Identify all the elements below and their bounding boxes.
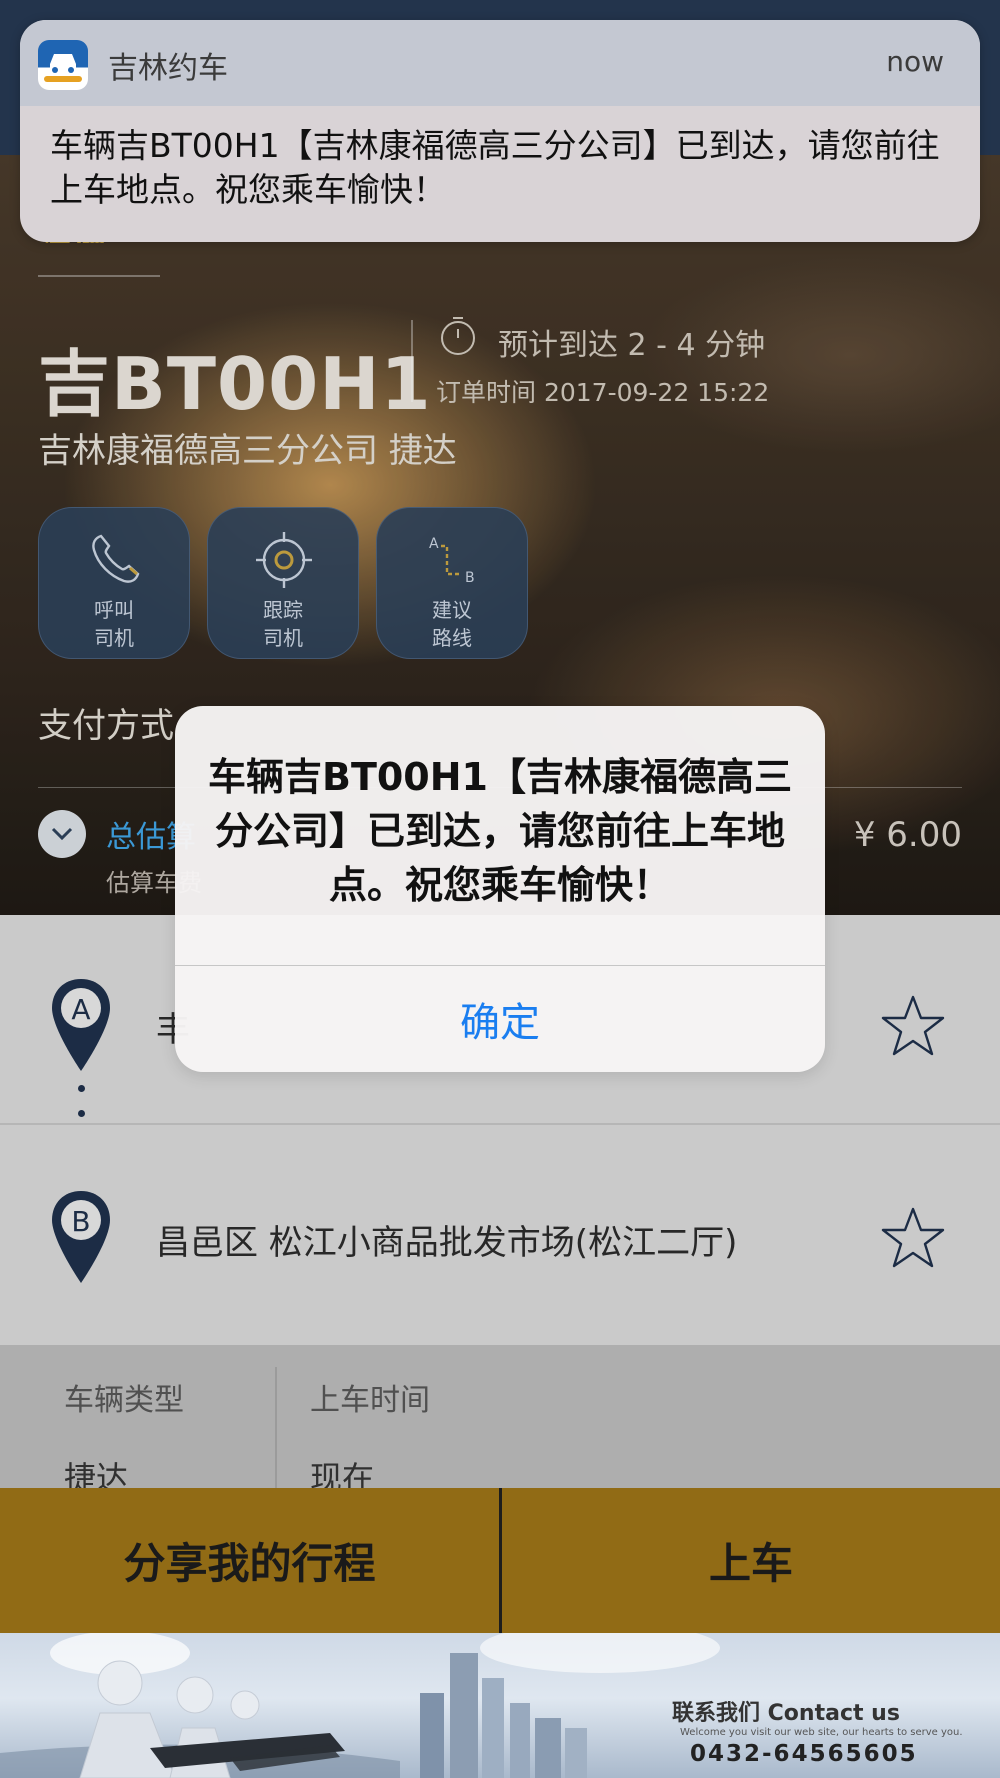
- arrival-alert-dialog: 车辆吉BT00H1【吉林康福德高三分公司】已到达，请您前往上车地点。祝您乘车愉快…: [175, 706, 825, 1072]
- alert-message: 车辆吉BT00H1【吉林康福德高三分公司】已到达，请您前往上车地点。祝您乘车愉快…: [207, 755, 792, 907]
- bottom-action-bar: 分享我的行程 上车: [0, 1488, 1000, 1633]
- push-notification[interactable]: 吉林约车 now 车辆吉BT00H1【吉林康福德高三分公司】已到达，请您前往上车…: [20, 20, 980, 242]
- crosshair-icon: [256, 532, 312, 588]
- suggest-route-label-2: 路线: [432, 626, 472, 650]
- license-plate: 吉BT00H1: [38, 342, 432, 426]
- expand-fare-button[interactable]: [38, 810, 86, 858]
- header-divider: [411, 320, 413, 402]
- track-driver-label-1: 跟踪: [263, 598, 303, 622]
- pin-a-label: A: [71, 993, 91, 1026]
- route-icon: A B: [429, 536, 475, 586]
- contact-phone: 0432-64565605: [690, 1741, 918, 1767]
- svg-text:B: B: [465, 570, 475, 586]
- call-driver-button[interactable]: 呼叫 司机: [38, 507, 190, 659]
- destination-address-row[interactable]: B 昌邑区 松江小商品批发市场(松江二厅): [0, 1127, 1000, 1345]
- contact-welcome-text: Welcome you visit our web site, our hear…: [680, 1727, 963, 1738]
- suggest-route-button[interactable]: A B 建议 路线: [376, 507, 528, 659]
- call-driver-label-2: 司机: [94, 626, 134, 650]
- fare-price: ¥ 6.00: [853, 815, 962, 855]
- chevron-down-icon: [51, 827, 73, 841]
- title-underline: [38, 275, 160, 277]
- stopwatch-icon: [441, 317, 475, 355]
- info-divider: [275, 1367, 277, 1488]
- vehicle-type-label: 车辆类型: [64, 1383, 184, 1418]
- notification-message: 车辆吉BT00H1【吉林康福德高三分公司】已到达，请您前往上车地点。祝您乘车愉快…: [50, 126, 940, 209]
- phone-icon: [92, 534, 140, 583]
- payment-method-label: 支付方式: [38, 706, 174, 746]
- contact-us-title: 联系我们 Contact us: [672, 1701, 900, 1726]
- trip-info-strip: 车辆类型 捷达 上车时间 现在: [0, 1345, 1000, 1488]
- svg-text:A: A: [429, 536, 439, 552]
- app-logo-icon: [38, 40, 88, 90]
- confirm-button[interactable]: 确定: [175, 966, 825, 1072]
- share-trip-button[interactable]: 分享我的行程: [0, 1488, 499, 1633]
- call-driver-label-1: 呼叫: [94, 598, 134, 622]
- favorite-star-icon[interactable]: [880, 993, 946, 1059]
- suggest-route-label-1: 建议: [432, 598, 472, 622]
- destination-address-text: 昌邑区 松江小商品批发市场(松江二厅): [156, 1223, 738, 1263]
- board-button[interactable]: 上车: [502, 1488, 1000, 1633]
- favorite-star-icon[interactable]: [880, 1205, 946, 1271]
- track-driver-label-2: 司机: [263, 626, 303, 650]
- eta-text: 预计到达 2 - 4 分钟: [498, 328, 766, 363]
- track-driver-button[interactable]: 跟踪 司机: [207, 507, 359, 659]
- contact-banner[interactable]: 联系我们 Contact us Welcome you visit our we…: [0, 1633, 1000, 1778]
- vehicle-type-value: 捷达: [64, 1459, 129, 1488]
- notification-app-name: 吉林约车: [108, 51, 228, 86]
- company-name: 吉林康福德高三分公司 捷达: [38, 431, 457, 471]
- pin-b-label: B: [71, 1205, 91, 1238]
- board-time-value: 现在: [310, 1459, 375, 1488]
- board-time-label: 上车时间: [310, 1383, 430, 1418]
- order-time: 订单时间 2017-09-22 15:22: [436, 378, 770, 407]
- notification-time: now: [886, 45, 944, 78]
